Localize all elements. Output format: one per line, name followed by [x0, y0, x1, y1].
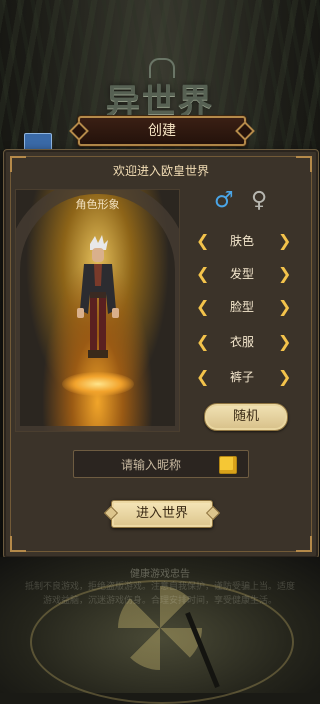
option-label: 衣服: [229, 335, 254, 349]
option-row-pants: ❮ 裤子 ❯: [196, 366, 291, 388]
prev-arrow-icon[interactable]: ❮: [196, 366, 209, 388]
option-row-skin: ❮ 肤色 ❯: [196, 230, 291, 252]
option-label: 肤色: [229, 234, 254, 248]
prev-arrow-icon[interactable]: ❮: [196, 263, 209, 285]
character-portrait: 角色形象: [15, 189, 180, 432]
next-arrow-icon[interactable]: ❯: [278, 331, 291, 353]
male-gender-icon[interactable]: ♂: [214, 190, 234, 212]
welcome-text: 欢迎进入欧皇世界: [112, 164, 209, 178]
prev-arrow-icon[interactable]: ❮: [196, 296, 209, 318]
enter-world-button[interactable]: 进入世界: [111, 500, 213, 528]
option-label: 脸型: [229, 300, 254, 314]
option-row-hair: ❮ 发型 ❯: [196, 263, 291, 285]
health-notice-body: 抵制不良游戏，拒绝盗版游戏。注意自我保护，谨防受骗上当。适度游戏益脑，沉迷游戏伤…: [24, 582, 295, 606]
prev-arrow-icon[interactable]: ❮: [196, 331, 209, 353]
create-character-panel: 欢迎进入欧皇世界 角色形象 ♂ ♀ ❮ 肤色 ❯ ❮ 发型 ❯ ❮ 脸型 ❯ ❮…: [3, 149, 319, 559]
character-figure-icon: [77, 235, 119, 358]
health-notice-title: 健康游戏忠告: [130, 569, 190, 580]
dice-icon[interactable]: [219, 456, 237, 474]
option-label: 裤子: [229, 370, 254, 384]
option-row-clothes: ❮ 衣服 ❯: [196, 331, 291, 353]
corner-ornament-icon: [10, 536, 26, 552]
next-arrow-icon[interactable]: ❯: [278, 296, 291, 318]
option-row-face: ❮ 脸型 ❯: [196, 296, 291, 318]
next-arrow-icon[interactable]: ❯: [278, 366, 291, 388]
next-arrow-icon[interactable]: ❯: [278, 263, 291, 285]
female-gender-icon[interactable]: ♀: [251, 190, 267, 212]
option-label: 发型: [229, 267, 254, 281]
portrait-label: 角色形象: [75, 198, 120, 211]
corner-ornament-icon: [296, 536, 312, 552]
next-arrow-icon[interactable]: ❯: [278, 230, 291, 252]
page-title: 创建: [78, 116, 246, 146]
prev-arrow-icon[interactable]: ❮: [196, 230, 209, 252]
random-button[interactable]: 随机: [204, 403, 288, 431]
